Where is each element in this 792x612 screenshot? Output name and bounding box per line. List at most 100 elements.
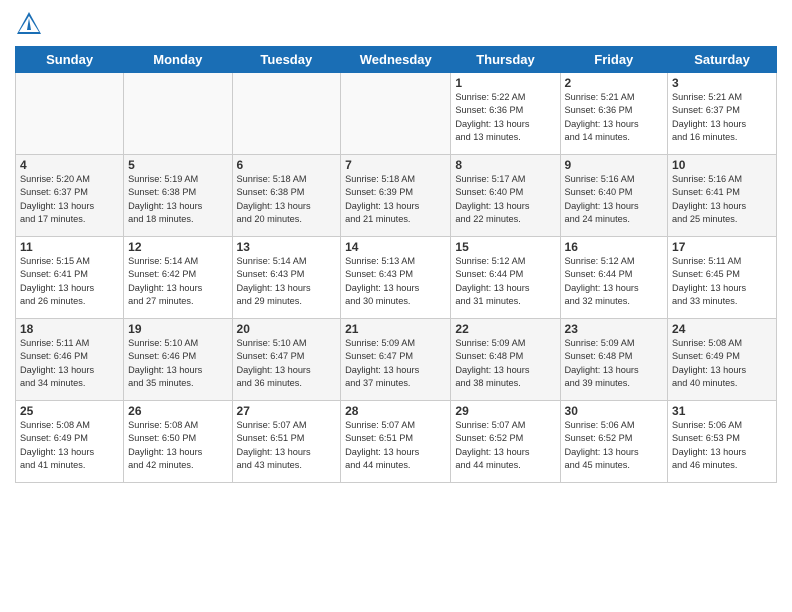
day-number: 28 bbox=[345, 404, 446, 418]
day-number: 30 bbox=[565, 404, 664, 418]
calendar-cell: 16Sunrise: 5:12 AM Sunset: 6:44 PM Dayli… bbox=[560, 237, 668, 319]
calendar-header-row: SundayMondayTuesdayWednesdayThursdayFrid… bbox=[16, 47, 777, 73]
calendar-cell: 27Sunrise: 5:07 AM Sunset: 6:51 PM Dayli… bbox=[232, 401, 341, 483]
calendar-cell: 14Sunrise: 5:13 AM Sunset: 6:43 PM Dayli… bbox=[341, 237, 451, 319]
calendar-cell bbox=[124, 73, 232, 155]
calendar-cell: 4Sunrise: 5:20 AM Sunset: 6:37 PM Daylig… bbox=[16, 155, 124, 237]
day-header-sunday: Sunday bbox=[16, 47, 124, 73]
calendar-cell: 23Sunrise: 5:09 AM Sunset: 6:48 PM Dayli… bbox=[560, 319, 668, 401]
day-info: Sunrise: 5:09 AM Sunset: 6:48 PM Dayligh… bbox=[565, 337, 664, 390]
calendar-week-row: 1Sunrise: 5:22 AM Sunset: 6:36 PM Daylig… bbox=[16, 73, 777, 155]
calendar-cell: 15Sunrise: 5:12 AM Sunset: 6:44 PM Dayli… bbox=[451, 237, 560, 319]
day-number: 14 bbox=[345, 240, 446, 254]
day-number: 10 bbox=[672, 158, 772, 172]
calendar-cell: 22Sunrise: 5:09 AM Sunset: 6:48 PM Dayli… bbox=[451, 319, 560, 401]
day-info: Sunrise: 5:18 AM Sunset: 6:38 PM Dayligh… bbox=[237, 173, 337, 226]
day-header-wednesday: Wednesday bbox=[341, 47, 451, 73]
day-info: Sunrise: 5:21 AM Sunset: 6:37 PM Dayligh… bbox=[672, 91, 772, 144]
day-header-tuesday: Tuesday bbox=[232, 47, 341, 73]
day-number: 8 bbox=[455, 158, 555, 172]
day-info: Sunrise: 5:13 AM Sunset: 6:43 PM Dayligh… bbox=[345, 255, 446, 308]
calendar-cell: 18Sunrise: 5:11 AM Sunset: 6:46 PM Dayli… bbox=[16, 319, 124, 401]
calendar-week-row: 25Sunrise: 5:08 AM Sunset: 6:49 PM Dayli… bbox=[16, 401, 777, 483]
day-info: Sunrise: 5:10 AM Sunset: 6:46 PM Dayligh… bbox=[128, 337, 227, 390]
logo-icon bbox=[15, 10, 43, 38]
day-number: 5 bbox=[128, 158, 227, 172]
calendar-cell: 21Sunrise: 5:09 AM Sunset: 6:47 PM Dayli… bbox=[341, 319, 451, 401]
day-header-monday: Monday bbox=[124, 47, 232, 73]
calendar-cell: 29Sunrise: 5:07 AM Sunset: 6:52 PM Dayli… bbox=[451, 401, 560, 483]
day-number: 29 bbox=[455, 404, 555, 418]
calendar-cell bbox=[16, 73, 124, 155]
calendar-cell: 20Sunrise: 5:10 AM Sunset: 6:47 PM Dayli… bbox=[232, 319, 341, 401]
day-info: Sunrise: 5:20 AM Sunset: 6:37 PM Dayligh… bbox=[20, 173, 119, 226]
day-info: Sunrise: 5:08 AM Sunset: 6:50 PM Dayligh… bbox=[128, 419, 227, 472]
day-number: 21 bbox=[345, 322, 446, 336]
day-info: Sunrise: 5:08 AM Sunset: 6:49 PM Dayligh… bbox=[672, 337, 772, 390]
day-info: Sunrise: 5:09 AM Sunset: 6:48 PM Dayligh… bbox=[455, 337, 555, 390]
calendar-cell: 1Sunrise: 5:22 AM Sunset: 6:36 PM Daylig… bbox=[451, 73, 560, 155]
day-number: 19 bbox=[128, 322, 227, 336]
day-info: Sunrise: 5:17 AM Sunset: 6:40 PM Dayligh… bbox=[455, 173, 555, 226]
day-number: 16 bbox=[565, 240, 664, 254]
calendar-cell: 12Sunrise: 5:14 AM Sunset: 6:42 PM Dayli… bbox=[124, 237, 232, 319]
day-info: Sunrise: 5:21 AM Sunset: 6:36 PM Dayligh… bbox=[565, 91, 664, 144]
day-number: 13 bbox=[237, 240, 337, 254]
calendar-cell bbox=[232, 73, 341, 155]
page-container: SundayMondayTuesdayWednesdayThursdayFrid… bbox=[0, 0, 792, 493]
calendar-cell: 2Sunrise: 5:21 AM Sunset: 6:36 PM Daylig… bbox=[560, 73, 668, 155]
calendar-cell: 10Sunrise: 5:16 AM Sunset: 6:41 PM Dayli… bbox=[668, 155, 777, 237]
day-info: Sunrise: 5:11 AM Sunset: 6:45 PM Dayligh… bbox=[672, 255, 772, 308]
day-info: Sunrise: 5:06 AM Sunset: 6:52 PM Dayligh… bbox=[565, 419, 664, 472]
day-info: Sunrise: 5:19 AM Sunset: 6:38 PM Dayligh… bbox=[128, 173, 227, 226]
day-info: Sunrise: 5:10 AM Sunset: 6:47 PM Dayligh… bbox=[237, 337, 337, 390]
day-number: 7 bbox=[345, 158, 446, 172]
day-info: Sunrise: 5:06 AM Sunset: 6:53 PM Dayligh… bbox=[672, 419, 772, 472]
day-number: 24 bbox=[672, 322, 772, 336]
day-number: 6 bbox=[237, 158, 337, 172]
calendar-cell: 5Sunrise: 5:19 AM Sunset: 6:38 PM Daylig… bbox=[124, 155, 232, 237]
day-number: 26 bbox=[128, 404, 227, 418]
day-info: Sunrise: 5:08 AM Sunset: 6:49 PM Dayligh… bbox=[20, 419, 119, 472]
calendar-cell: 3Sunrise: 5:21 AM Sunset: 6:37 PM Daylig… bbox=[668, 73, 777, 155]
day-number: 1 bbox=[455, 76, 555, 90]
calendar-cell: 25Sunrise: 5:08 AM Sunset: 6:49 PM Dayli… bbox=[16, 401, 124, 483]
day-header-saturday: Saturday bbox=[668, 47, 777, 73]
day-info: Sunrise: 5:16 AM Sunset: 6:41 PM Dayligh… bbox=[672, 173, 772, 226]
day-info: Sunrise: 5:09 AM Sunset: 6:47 PM Dayligh… bbox=[345, 337, 446, 390]
day-number: 20 bbox=[237, 322, 337, 336]
day-number: 23 bbox=[565, 322, 664, 336]
calendar-cell: 31Sunrise: 5:06 AM Sunset: 6:53 PM Dayli… bbox=[668, 401, 777, 483]
day-number: 12 bbox=[128, 240, 227, 254]
day-info: Sunrise: 5:14 AM Sunset: 6:43 PM Dayligh… bbox=[237, 255, 337, 308]
day-header-friday: Friday bbox=[560, 47, 668, 73]
calendar-cell: 8Sunrise: 5:17 AM Sunset: 6:40 PM Daylig… bbox=[451, 155, 560, 237]
calendar-cell: 19Sunrise: 5:10 AM Sunset: 6:46 PM Dayli… bbox=[124, 319, 232, 401]
calendar-cell: 17Sunrise: 5:11 AM Sunset: 6:45 PM Dayli… bbox=[668, 237, 777, 319]
calendar-cell: 26Sunrise: 5:08 AM Sunset: 6:50 PM Dayli… bbox=[124, 401, 232, 483]
calendar-cell: 6Sunrise: 5:18 AM Sunset: 6:38 PM Daylig… bbox=[232, 155, 341, 237]
calendar-cell: 11Sunrise: 5:15 AM Sunset: 6:41 PM Dayli… bbox=[16, 237, 124, 319]
day-number: 25 bbox=[20, 404, 119, 418]
calendar-cell: 24Sunrise: 5:08 AM Sunset: 6:49 PM Dayli… bbox=[668, 319, 777, 401]
day-info: Sunrise: 5:12 AM Sunset: 6:44 PM Dayligh… bbox=[455, 255, 555, 308]
page-header bbox=[15, 10, 777, 38]
calendar-cell: 9Sunrise: 5:16 AM Sunset: 6:40 PM Daylig… bbox=[560, 155, 668, 237]
day-info: Sunrise: 5:12 AM Sunset: 6:44 PM Dayligh… bbox=[565, 255, 664, 308]
day-info: Sunrise: 5:14 AM Sunset: 6:42 PM Dayligh… bbox=[128, 255, 227, 308]
logo bbox=[15, 10, 47, 38]
day-info: Sunrise: 5:16 AM Sunset: 6:40 PM Dayligh… bbox=[565, 173, 664, 226]
calendar-table: SundayMondayTuesdayWednesdayThursdayFrid… bbox=[15, 46, 777, 483]
calendar-cell: 7Sunrise: 5:18 AM Sunset: 6:39 PM Daylig… bbox=[341, 155, 451, 237]
day-info: Sunrise: 5:22 AM Sunset: 6:36 PM Dayligh… bbox=[455, 91, 555, 144]
day-number: 17 bbox=[672, 240, 772, 254]
calendar-cell: 30Sunrise: 5:06 AM Sunset: 6:52 PM Dayli… bbox=[560, 401, 668, 483]
calendar-week-row: 11Sunrise: 5:15 AM Sunset: 6:41 PM Dayli… bbox=[16, 237, 777, 319]
calendar-week-row: 4Sunrise: 5:20 AM Sunset: 6:37 PM Daylig… bbox=[16, 155, 777, 237]
day-info: Sunrise: 5:07 AM Sunset: 6:51 PM Dayligh… bbox=[237, 419, 337, 472]
day-number: 15 bbox=[455, 240, 555, 254]
calendar-cell bbox=[341, 73, 451, 155]
calendar-week-row: 18Sunrise: 5:11 AM Sunset: 6:46 PM Dayli… bbox=[16, 319, 777, 401]
day-number: 9 bbox=[565, 158, 664, 172]
day-number: 4 bbox=[20, 158, 119, 172]
